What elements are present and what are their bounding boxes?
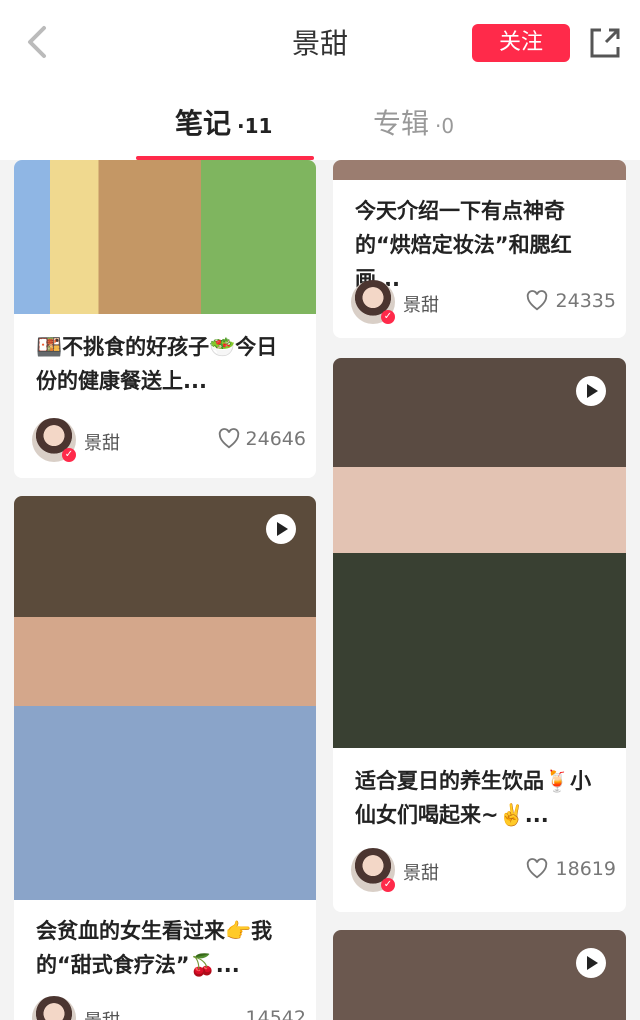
note-card-healthy-meal[interactable]: 🍱不挑食的好孩子🥗今日份的健康餐送上... ✓ 景甜 24646	[14, 160, 316, 478]
top-bar: 景甜 关注 笔记 ·11 专辑 ·0	[0, 0, 640, 160]
note-title: 今天介绍一下有点神奇的“烘焙定妆法”和腮红画...	[355, 199, 572, 291]
avatar[interactable]	[32, 996, 76, 1020]
play-icon	[576, 376, 606, 406]
verified-icon: ✓	[381, 310, 395, 324]
heart-icon[interactable]	[526, 858, 548, 880]
note-card-anemia[interactable]: 会贫血的女生看过来👉我的“甜式食疗法”🍒... 景甜 14542	[14, 496, 316, 1020]
follow-button[interactable]: 关注	[472, 24, 570, 62]
author-name[interactable]: 景甜	[403, 291, 439, 317]
tab-notes[interactable]: 笔记 ·11	[175, 102, 272, 146]
note-image-salad[interactable]	[14, 160, 316, 314]
note-title: 会贫血的女生看过来👉我的“甜式食疗法”🍒...	[36, 919, 273, 977]
heart-icon[interactable]	[526, 290, 548, 312]
tab-notes-label: 笔记	[175, 107, 232, 140]
like-count: 24646	[245, 428, 306, 450]
note-card-baking-makeup[interactable]: 今天介绍一下有点神奇的“烘焙定妆法”和腮红画... ✓ 景甜 24335	[333, 160, 626, 338]
tab-albums-label: 专辑	[373, 107, 430, 140]
verified-icon: ✓	[62, 448, 76, 462]
play-icon	[576, 948, 606, 978]
note-image-woman-green-jacket[interactable]	[333, 358, 626, 748]
share-external-icon[interactable]	[586, 24, 624, 62]
tab-albums[interactable]: 专辑 ·0	[373, 102, 454, 146]
note-image-woman-blue-shirt[interactable]	[14, 496, 316, 900]
note-title: 🍱不挑食的好孩子🥗今日份的健康餐送上...	[36, 335, 278, 393]
note-image-cosmetic[interactable]	[333, 160, 626, 180]
play-icon	[266, 514, 296, 544]
active-tab-indicator	[136, 156, 314, 160]
heart-icon[interactable]	[218, 428, 240, 450]
author-name[interactable]: 景甜	[84, 1007, 120, 1020]
verified-icon: ✓	[381, 878, 395, 892]
author-name[interactable]: 景甜	[84, 429, 120, 455]
like-count: 24335	[555, 290, 616, 312]
author-name[interactable]: 景甜	[403, 859, 439, 885]
notes-feed[interactable]: 🍱不挑食的好孩子🥗今日份的健康餐送上... ✓ 景甜 24646 会贫血的女生看…	[0, 160, 640, 1020]
note-card-partial[interactable]	[333, 930, 626, 1020]
like-count: 18619	[555, 858, 616, 880]
tab-notes-count: ·11	[237, 114, 273, 138]
like-count: 14542	[245, 1007, 306, 1020]
tab-albums-count: ·0	[435, 114, 455, 138]
note-title: 适合夏日的养生饮品🍹小仙女们喝起来~✌️...	[355, 769, 592, 827]
note-card-summer-drink[interactable]: 适合夏日的养生饮品🍹小仙女们喝起来~✌️... ✓ 景甜 18619	[333, 358, 626, 912]
